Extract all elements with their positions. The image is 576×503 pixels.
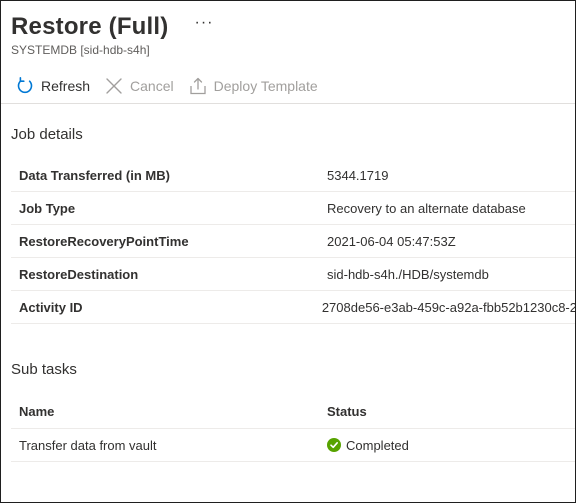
table-row: Data Transferred (in MB) 5344.1719	[11, 159, 575, 192]
restore-job-panel: Restore (Full) ··· SYSTEMDB [sid-hdb-s4h…	[0, 0, 576, 503]
deploy-template-button[interactable]: Deploy Template	[188, 76, 318, 96]
detail-key: RestoreRecoveryPointTime	[19, 233, 189, 249]
refresh-button[interactable]: Refresh	[15, 76, 90, 96]
detail-key: RestoreDestination	[19, 266, 139, 282]
table-row: Activity ID 2708de56-e3ab-459c-a92a-fbb5…	[11, 291, 576, 324]
check-circle-icon	[327, 438, 341, 452]
column-header-status: Status	[327, 403, 367, 419]
status-label: Completed	[346, 437, 409, 453]
deploy-template-label: Deploy Template	[213, 78, 318, 94]
detail-value: 5344.1719	[327, 167, 389, 183]
table-row: Job Type Recovery to an alternate databa…	[11, 192, 575, 225]
refresh-icon	[15, 76, 35, 96]
cancel-label: Cancel	[130, 78, 174, 94]
subtask-name: Transfer data from vault	[19, 437, 157, 453]
table-row: RestoreRecoveryPointTime 2021-06-04 05:4…	[11, 225, 575, 258]
title-row: Restore (Full) ···	[11, 11, 213, 43]
subtask-status: Completed	[327, 438, 409, 453]
table-header: Name Status	[11, 394, 575, 429]
detail-value: sid-hdb-s4h./HDB/systemdb	[327, 266, 489, 282]
toolbar-divider	[1, 103, 575, 104]
detail-key: Job Type	[19, 200, 76, 216]
cancel-button[interactable]: Cancel	[104, 76, 174, 96]
cancel-icon	[104, 76, 124, 96]
table-row: RestoreDestination sid-hdb-s4h./HDB/syst…	[11, 258, 575, 291]
page-subtitle: SYSTEMDB [sid-hdb-s4h]	[11, 43, 150, 57]
sub-tasks-table: Name Status Transfer data from vault Com…	[11, 394, 575, 462]
command-bar: Refresh Cancel Deploy Template	[15, 74, 332, 98]
detail-value: 2708de56-e3ab-459c-a92a-fbb52b1230c8-2	[321, 299, 576, 315]
upload-icon	[188, 76, 208, 96]
refresh-label: Refresh	[41, 78, 91, 94]
page-title: Restore (Full)	[11, 13, 169, 40]
detail-value: 2021-06-04 05:47:53Z	[327, 233, 456, 249]
more-actions-button[interactable]: ···	[194, 14, 213, 32]
detail-key: Data Transferred (in MB)	[19, 167, 170, 183]
table-row[interactable]: Transfer data from vault Completed	[11, 429, 575, 462]
sub-tasks-heading: Sub tasks	[11, 361, 77, 378]
detail-value: Recovery to an alternate database	[327, 200, 526, 216]
column-header-name: Name	[19, 403, 55, 419]
job-details-heading: Job details	[11, 126, 83, 143]
detail-key: Activity ID	[19, 299, 83, 315]
job-details-table: Data Transferred (in MB) 5344.1719 Job T…	[11, 159, 576, 324]
